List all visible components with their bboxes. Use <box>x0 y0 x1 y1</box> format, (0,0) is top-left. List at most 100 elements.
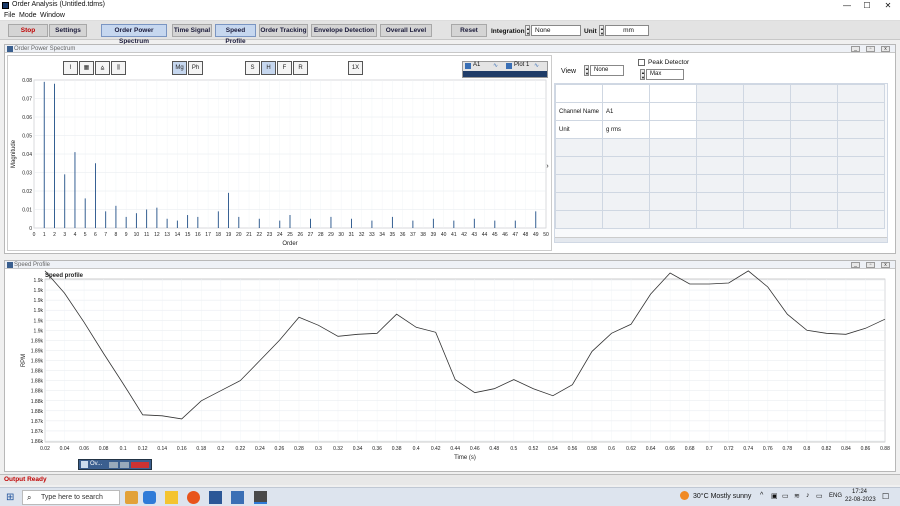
grid-cell <box>602 156 650 175</box>
x-tick-label: 14 <box>175 232 181 238</box>
speed-profile-button[interactable]: Speed Profile <box>215 24 256 45</box>
channel-name-value[interactable]: A1 <box>602 102 650 121</box>
search-box[interactable]: ⌕ Type here to search <box>22 490 120 505</box>
bar-chart-icon[interactable]: ⫼ <box>111 61 126 75</box>
minimize-button[interactable]: — <box>836 0 858 11</box>
unit-value-cell[interactable]: g rms <box>602 120 650 139</box>
cursor-s-icon[interactable]: S <box>245 61 260 75</box>
x-tick-label: 9 <box>125 232 128 238</box>
grid-cell <box>837 120 885 139</box>
widgets-icon[interactable] <box>125 491 138 504</box>
notification-icon[interactable]: ☐ <box>882 492 889 501</box>
table-icon[interactable]: ▦ <box>79 61 94 75</box>
pane-minimize-icon[interactable]: _ <box>851 46 860 52</box>
y-tick-label-2: 1.9k <box>34 298 44 304</box>
grid-cell <box>555 138 603 157</box>
close-button[interactable]: ✕ <box>877 0 899 11</box>
wifi-icon[interactable]: ≋ <box>794 492 800 500</box>
x-tick-label-2: 0.36 <box>372 446 382 452</box>
reset-button[interactable]: Reset <box>451 24 487 37</box>
stop-button[interactable]: Stop <box>8 24 48 37</box>
y-tick-label-2: 1.87k <box>31 429 44 435</box>
tray-device-icon[interactable]: ▣ <box>771 492 778 500</box>
pane-minimize-icon-2[interactable]: _ <box>851 262 860 268</box>
x-tick-label: 38 <box>420 232 426 238</box>
phase-icon[interactable]: Ph <box>188 61 203 75</box>
language-indicator[interactable]: ENG <box>829 493 842 499</box>
view-field[interactable]: None <box>590 65 624 76</box>
grid-cell <box>649 102 697 121</box>
mini-restore-icon[interactable] <box>120 462 129 468</box>
x-tick-label-2: 0.8 <box>803 446 810 452</box>
battery-icon[interactable]: ▭ <box>816 492 823 500</box>
order-tracking-button[interactable]: Order Tracking <box>259 24 308 37</box>
line-plot-icon[interactable]: ⌇ <box>63 61 78 75</box>
time-signal-button[interactable]: Time Signal <box>172 24 212 37</box>
order-1x-icon[interactable]: 1X <box>348 61 363 75</box>
grid-cell <box>743 84 791 103</box>
app-s-icon[interactable] <box>231 491 244 504</box>
grid-cell <box>743 102 791 121</box>
pane-close-icon[interactable]: x <box>881 46 890 52</box>
clock-date[interactable]: 22-08-2023 <box>845 497 876 503</box>
x-tick-label: 18 <box>216 232 222 238</box>
envelope-detection-button[interactable]: Envelope Detection <box>311 24 377 37</box>
rpm-icon[interactable]: R <box>293 61 308 75</box>
tray-display-icon[interactable]: ▭ <box>782 492 789 500</box>
mini-close-icon[interactable] <box>131 462 149 468</box>
menu-file[interactable]: File <box>4 12 15 19</box>
unit-field[interactable]: mm <box>605 25 649 36</box>
integration-field[interactable]: None <box>531 25 581 36</box>
chrome-icon[interactable] <box>187 491 200 504</box>
integration-spinner[interactable]: ▲ ▼ <box>525 25 530 36</box>
order-analysis-taskbar-icon[interactable] <box>254 491 267 504</box>
x-tick-label: 41 <box>451 232 457 238</box>
file-explorer-icon[interactable] <box>165 491 178 504</box>
weather-text[interactable]: 30°C Mostly sunny <box>693 493 751 500</box>
horizontal-scrollbar[interactable] <box>555 237 887 242</box>
grid-cell <box>696 84 744 103</box>
maximize-button[interactable]: ☐ <box>856 0 878 11</box>
channel-name-label: Channel Name <box>555 102 603 121</box>
windows-start-icon[interactable]: ⊞ <box>6 492 14 503</box>
weather-icon <box>680 491 689 500</box>
order-power-spectrum-button[interactable]: Order Power Spectrum <box>101 24 167 45</box>
x-tick-label: 2 <box>53 232 56 238</box>
x-tick-label: 25 <box>287 232 293 238</box>
x-tick-label-2: 0.04 <box>60 446 70 452</box>
menu-window[interactable]: Window <box>40 12 65 19</box>
settings-button[interactable]: Settings <box>49 24 87 37</box>
overall-level-button[interactable]: Overall Level <box>380 24 432 37</box>
pane-restore-icon-2[interactable]: ▫ <box>866 262 875 268</box>
pane-icon-2 <box>7 262 13 268</box>
search-icon: ⌕ <box>27 493 32 502</box>
filter-icon[interactable]: ⩠ <box>95 61 110 75</box>
volume-icon[interactable]: ♪ <box>806 492 810 499</box>
legend-plot1-checkbox[interactable] <box>506 63 512 69</box>
mini-minimize-icon[interactable] <box>109 462 118 468</box>
harmonic-icon[interactable]: H <box>261 61 276 75</box>
word-icon[interactable] <box>209 491 222 504</box>
legend-a1-checkbox[interactable] <box>465 63 471 69</box>
browser-icon[interactable] <box>143 491 156 504</box>
clock-time[interactable]: 17:24 <box>852 489 867 495</box>
peak-field[interactable]: Max <box>646 69 684 80</box>
peak-detector-checkbox[interactable] <box>638 59 645 66</box>
unit-spinner[interactable]: ▲ ▼ <box>599 25 604 36</box>
pane-restore-icon[interactable]: ▫ <box>866 46 875 52</box>
grid-cell <box>790 84 838 103</box>
magnitude-icon[interactable]: Mg <box>172 61 187 75</box>
tray-chevron-icon[interactable]: ^ <box>760 492 763 499</box>
x-tick-label-2: 0.26 <box>275 446 285 452</box>
menu-mode[interactable]: Mode <box>19 12 37 19</box>
frequency-icon[interactable]: F <box>277 61 292 75</box>
minimized-window[interactable]: Ov... <box>78 459 152 470</box>
x-tick-label: 44 <box>482 232 488 238</box>
peak-spinner[interactable]: ▲ ▼ <box>640 69 645 80</box>
pane-close-icon-2[interactable]: x <box>881 262 890 268</box>
view-spinner[interactable]: ▲ ▼ <box>584 65 589 76</box>
x-tick-label-2: 0.22 <box>235 446 245 452</box>
grid-cell <box>649 120 697 139</box>
x-tick-label: 39 <box>431 232 437 238</box>
x-tick-label: 11 <box>144 232 149 238</box>
